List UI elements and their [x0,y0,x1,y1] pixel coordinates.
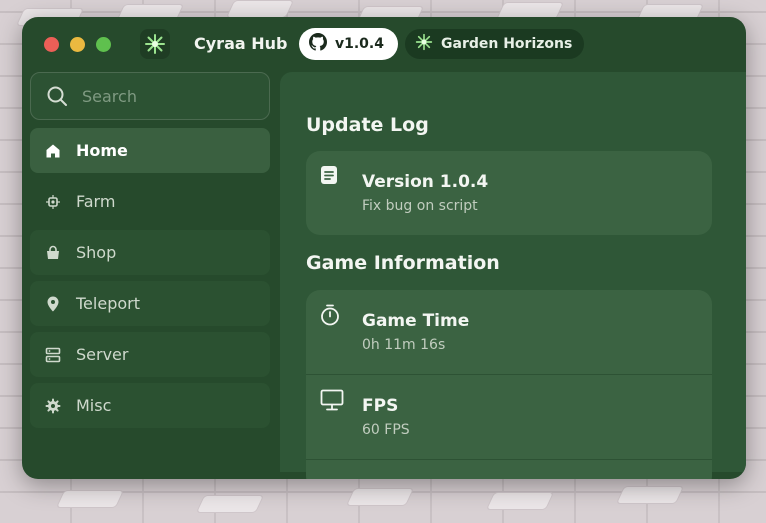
update-log-heading: Update Log [306,114,429,136]
game-name: Garden Horizons [441,36,573,52]
game-badge: Garden Horizons [405,29,585,59]
sidebar-item-shop[interactable]: Shop [30,230,270,275]
sidebar-item-label: Teleport [76,294,140,313]
sidebar-item-label: Misc [76,396,112,415]
update-entry: Version 1.0.4 Fix bug on script [306,151,712,235]
app-logo-icon [140,29,170,59]
game-time-row: Game Time 0h 11m 16s [306,290,712,374]
sidebar-item-label: Farm [76,192,116,211]
sidebar-item-teleport[interactable]: Teleport [30,281,270,326]
close-window-button[interactable] [44,37,59,52]
minimize-window-button[interactable] [70,37,85,52]
title-bar: Cyraa Hub v1.0.4 Garden Horizons [22,17,746,71]
game-information-card: Game Time 0h 11m 16s FPS 60 FPS [306,290,712,479]
main-content: Update Log Version 1.0.4 Fix bug on scri… [280,72,746,479]
update-entry-title: Version 1.0.4 [362,172,489,192]
farm-icon [30,194,76,209]
sidebar-item-label: Server [76,345,129,364]
fps-value: 60 FPS [362,422,410,438]
fps-label: FPS [362,396,399,416]
monitor-icon [320,389,344,415]
version-button[interactable]: v1.0.4 [299,28,398,60]
search-input[interactable] [80,85,244,107]
search-icon [47,86,67,106]
gear-icon [30,398,76,414]
game-time-label: Game Time [362,311,470,331]
sidebar-item-server[interactable]: Server [30,332,270,377]
update-entry-subtitle: Fix bug on script [362,198,478,214]
hub-window: Cyraa Hub v1.0.4 Garden Horizons Search … [22,17,746,479]
location-pin-icon [30,296,76,312]
sidebar-item-misc[interactable]: Misc [30,383,270,428]
search-box[interactable] [30,72,270,120]
fps-row: FPS 60 FPS [306,375,712,459]
document-icon [320,165,338,189]
content-scrollbar[interactable] [736,142,740,222]
row-divider [306,459,712,460]
sidebar-item-label: Home [76,141,128,160]
sidebar: Home Farm Shop [30,72,272,472]
shop-icon [30,245,76,261]
sidebar-item-label: Shop [76,243,117,262]
game-time-value: 0h 11m 16s [362,337,446,353]
game-logo-icon [415,33,433,55]
sidebar-item-farm[interactable]: Farm [30,179,270,224]
app-title: Cyraa Hub [194,34,288,53]
home-icon [30,143,76,159]
sidebar-item-home[interactable]: Home [30,128,270,173]
game-information-heading: Game Information [306,252,500,274]
stopwatch-icon [320,304,340,330]
maximize-window-button[interactable] [96,37,111,52]
server-icon [30,347,76,363]
update-log-card: Version 1.0.4 Fix bug on script [306,151,712,235]
version-label: v1.0.4 [335,36,384,52]
github-icon [309,33,327,55]
